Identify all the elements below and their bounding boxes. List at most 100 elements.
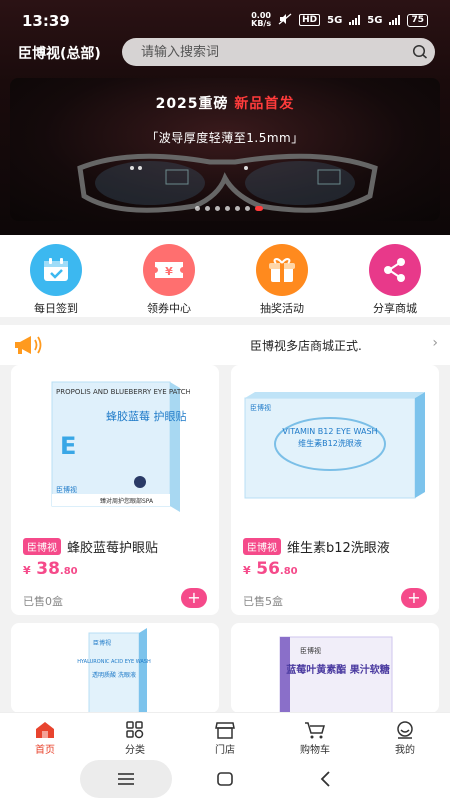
net1-label: 5G: [327, 14, 343, 26]
store-name[interactable]: 臣博视(总部): [18, 43, 101, 63]
search-icon[interactable]: [405, 38, 435, 66]
status-time: 13:39: [22, 12, 70, 30]
product-card-eye-patch[interactable]: PROPOLIS AND BLUEBERRY EYE PATCH 蜂胶蓝莓 护眼…: [11, 365, 219, 615]
tab-label: 门店: [215, 745, 235, 756]
announcement-bar[interactable]: 臣博视多店商城正式. ›: [0, 325, 450, 365]
quick-entry-coupon-center[interactable]: ¥ 领券中心: [124, 244, 214, 316]
banner-title: 2025重磅 新品首发: [155, 96, 295, 112]
top-bar: 臣博视(总部): [0, 38, 450, 68]
box-brand: 臣博视: [300, 646, 321, 655]
tab-category[interactable]: 分类: [100, 719, 170, 756]
product-name-row: 臣博视 蜂胶蓝莓护眼贴: [23, 537, 158, 556]
banner-dot[interactable]: [255, 206, 263, 211]
home-button[interactable]: [205, 760, 245, 798]
net-speed: 0.00 KB/s: [251, 11, 272, 28]
banner-dot[interactable]: [245, 206, 250, 211]
product-name: 维生素b12洗眼液: [287, 541, 390, 556]
quick-entry-lottery[interactable]: 抽奖活动: [237, 244, 327, 316]
tab-label: 首页: [35, 745, 55, 756]
banner-dot[interactable]: [195, 206, 200, 211]
svg-text:E: E: [60, 432, 76, 460]
box-title-cn: 蓝莓叶黄素酯 果汁软糖: [286, 663, 389, 676]
product-image: VITAMIN B12 EYE WASH 维生素B12洗眼液 臣博视: [231, 365, 439, 523]
calendar-check-icon: [30, 244, 82, 296]
box-brand: 臣博视: [56, 485, 77, 494]
signal-icon-2: [389, 15, 401, 25]
signal-icon: [349, 15, 361, 25]
brand-tag: 臣博视: [23, 538, 61, 555]
svg-text:¥: ¥: [165, 265, 173, 278]
brand-tag: 臣博视: [243, 538, 281, 555]
product-image: PROPOLIS AND BLUEBERRY EYE PATCH 蜂胶蓝莓 护眼…: [11, 365, 219, 523]
menu-button[interactable]: [80, 760, 172, 798]
status-icons: 0.00 KB/s HD 5G 5G 75: [251, 12, 428, 28]
tab-home[interactable]: 首页: [10, 719, 80, 756]
back-icon: [320, 771, 330, 787]
announcement-text: 臣博视多店商城正式.: [250, 339, 362, 353]
home-icon: [10, 719, 80, 741]
add-to-cart-button[interactable]: +: [181, 588, 207, 608]
banner-dot[interactable]: [225, 206, 230, 211]
product-image: 臣博视 蓝莓叶黄素酯 果汁软糖: [231, 623, 439, 713]
box-title-en: PROPOLIS AND BLUEBERRY EYE PATCH: [56, 388, 190, 396]
coupon-icon: ¥: [143, 244, 195, 296]
quick-entry-label: 每日签到: [34, 302, 78, 315]
hero-header: 13:39 0.00 KB/s HD 5G 5G 75 臣博视(总部) 请输入搜…: [0, 0, 450, 235]
quick-entry-label: 抽奖活动: [260, 302, 304, 315]
store-icon: [190, 719, 260, 741]
box-title-en: VITAMIN B12 EYE WASH: [282, 427, 377, 436]
box-title-cn: 透明质酸 洗眼液: [92, 671, 136, 679]
product-price: ¥ 56.80: [243, 559, 298, 579]
banner-dot[interactable]: [215, 206, 220, 211]
tab-label: 我的: [395, 745, 415, 756]
profile-icon: [370, 719, 440, 741]
search-input[interactable]: [122, 38, 405, 66]
menu-icon: [118, 773, 134, 785]
promo-banner[interactable]: 2025重磅 新品首发 「波导厚度轻薄至1.5mm」: [10, 78, 440, 221]
tab-label: 购物车: [300, 745, 330, 756]
tab-store[interactable]: 门店: [190, 719, 260, 756]
tab-label: 分类: [125, 745, 145, 756]
product-image: 臣博视 HYALURONIC ACID EYE WASH 透明质酸 洗眼液: [11, 623, 219, 713]
banner-dot[interactable]: [235, 206, 240, 211]
square-icon: [217, 772, 233, 786]
box-title-cn: 维生素B12洗眼液: [298, 438, 362, 448]
banner-dot[interactable]: [205, 206, 210, 211]
cart-icon: [280, 719, 350, 741]
quick-entries: 每日签到 ¥ 领券中心 抽奖活动 分享商城: [0, 235, 450, 317]
mute-icon: [278, 13, 292, 28]
product-card-blueberry-gummy[interactable]: 臣博视 蓝莓叶黄素酯 果汁软糖: [231, 623, 439, 713]
share-icon: [369, 244, 421, 296]
quick-entry-label: 领券中心: [147, 302, 191, 315]
hd-badge: HD: [299, 14, 321, 26]
category-icon: [100, 719, 170, 741]
product-card-eye-wash[interactable]: VITAMIN B12 EYE WASH 维生素B12洗眼液 臣博视 臣博视 维生…: [231, 365, 439, 615]
megaphone-icon: [12, 334, 42, 360]
search-bar[interactable]: [122, 38, 435, 66]
product-card-hyaluronic-eye-wash[interactable]: 臣博视 HYALURONIC ACID EYE WASH 透明质酸 洗眼液: [11, 623, 219, 713]
banner-pagination[interactable]: [195, 206, 263, 211]
product-name: 蜂胶蓝莓护眼贴: [67, 541, 159, 556]
box-title-cn: 蜂胶蓝莓 护眼贴: [106, 409, 187, 423]
net2-label: 5G: [367, 14, 383, 26]
box-note: 臻对周护您眼部SPA: [100, 497, 154, 505]
tab-profile[interactable]: 我的: [370, 719, 440, 756]
sold-count: 已售0盒: [23, 595, 63, 608]
product-price: ¥ 38.80: [23, 559, 78, 579]
battery-icon: 75: [407, 13, 428, 27]
box-brand: 臣博视: [93, 639, 111, 647]
bottom-tab-bar: 首页 分类 门店 购物车 我的: [0, 712, 450, 758]
quick-entry-share[interactable]: 分享商城: [350, 244, 440, 316]
status-bar: 13:39 0.00 KB/s HD 5G 5G 75: [0, 0, 450, 40]
add-to-cart-button[interactable]: +: [401, 588, 427, 608]
tab-cart[interactable]: 购物车: [280, 719, 350, 756]
sold-count: 已售5盒: [243, 595, 283, 608]
gift-icon: [256, 244, 308, 296]
system-navigation-bar: [0, 758, 450, 800]
quick-entry-label: 分享商城: [373, 302, 417, 315]
back-button[interactable]: [305, 760, 345, 798]
chevron-right-icon[interactable]: ›: [432, 335, 438, 351]
product-name-row: 臣博视 维生素b12洗眼液: [243, 537, 390, 556]
box-brand: 臣博视: [250, 403, 271, 412]
quick-entry-daily-checkin[interactable]: 每日签到: [11, 244, 101, 316]
